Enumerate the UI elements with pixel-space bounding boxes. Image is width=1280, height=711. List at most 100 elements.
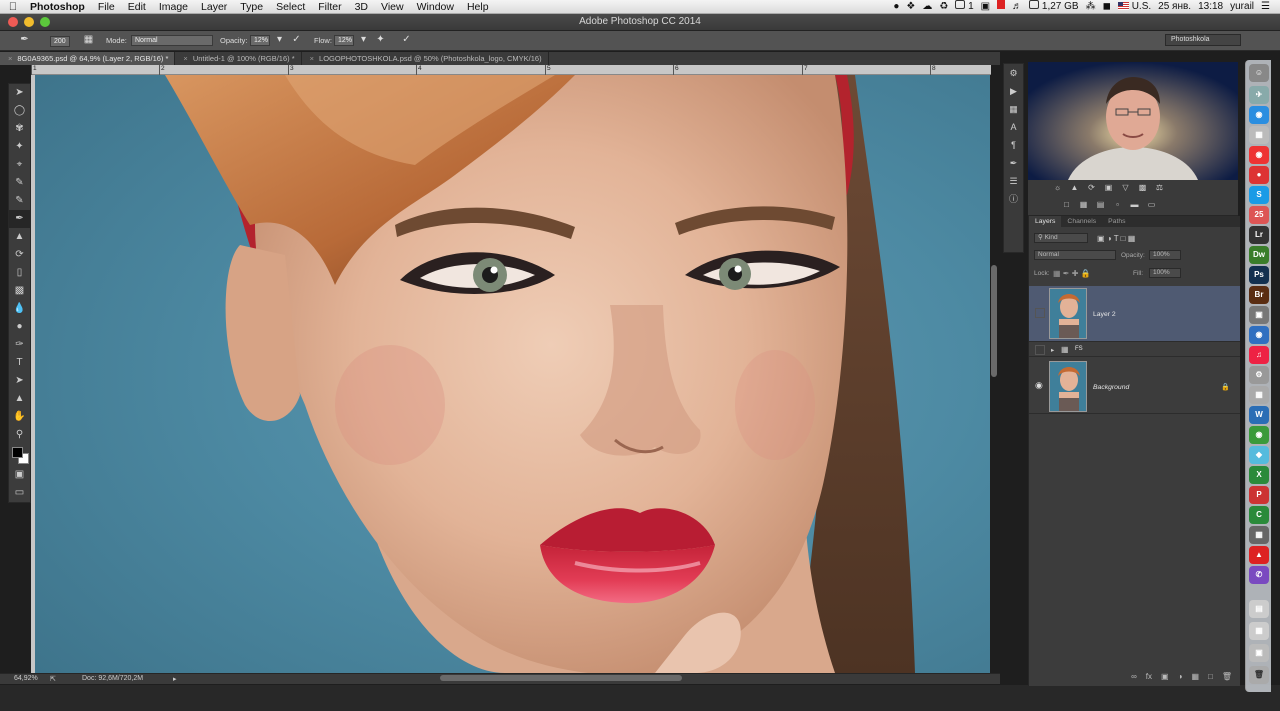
pressure-opacity-icon[interactable]: ✓ [290, 34, 303, 47]
pressure-size-icon[interactable]: ✓ [400, 34, 413, 47]
tab-document-1[interactable]: × 8G0A9365.psd @ 64,9% (Layer 2, RGB/16) … [0, 52, 176, 65]
visibility-toggle[interactable] [1035, 345, 1045, 355]
color-swatches[interactable] [9, 444, 30, 466]
menu-app[interactable]: Photoshop [26, 0, 91, 14]
properties-panel-icon[interactable]: ☰ [1004, 172, 1023, 190]
mode-select[interactable]: Normal [131, 35, 213, 46]
trash-dock-icon[interactable]: 🗑 [1249, 666, 1269, 684]
dodge-tool-icon[interactable]: ● [9, 318, 30, 336]
menu-3d[interactable]: 3D [348, 0, 374, 14]
display-icon[interactable]: ▣ [981, 0, 990, 14]
document-dock-icon[interactable]: ▤ [1249, 600, 1269, 618]
menu-type[interactable]: Type [234, 0, 270, 14]
input-source[interactable]: U.S. [1117, 0, 1151, 14]
layer-row-background[interactable]: ◉ Background 🔒 [1029, 358, 1240, 414]
opacity-field[interactable]: 12% [250, 35, 270, 46]
itunes-dock-icon[interactable]: ♫ [1249, 346, 1269, 364]
pen-tool-icon[interactable]: ✑ [9, 336, 30, 354]
export-icon[interactable]: ⇱ [50, 675, 56, 683]
vertical-scrollbar[interactable] [991, 265, 997, 377]
viber-dock-icon[interactable]: ✆ [1249, 566, 1269, 584]
move-tool-icon[interactable]: ➤ [9, 84, 30, 102]
gradient-tool-icon[interactable]: ▩ [9, 282, 30, 300]
airbrush-icon[interactable]: ✦ [374, 34, 387, 47]
notification-center-icon[interactable]: ☰ [1261, 0, 1270, 14]
quick-mask-icon[interactable]: ▣ [9, 466, 30, 484]
menu-view[interactable]: View [375, 0, 411, 14]
menu-image[interactable]: Image [152, 0, 194, 14]
zoom-level[interactable]: 64,92% [14, 675, 38, 682]
safari-dock-icon[interactable]: ◉ [1249, 106, 1269, 124]
brush-presets-icon[interactable]: ✒ [1004, 154, 1023, 172]
path-select-tool-icon[interactable]: ➤ [9, 372, 30, 390]
kind-filter-select[interactable]: ⚲ Kind [1034, 233, 1088, 243]
horizontal-scrollbar[interactable] [440, 675, 682, 681]
wifi-icon[interactable]: ◼ [1103, 0, 1111, 14]
photoshop-dock-icon[interactable]: Ps [1249, 266, 1269, 284]
launchpad-dock-icon[interactable]: ✈ [1249, 86, 1269, 104]
tab-paths[interactable]: Paths [1102, 216, 1131, 227]
quick-select-tool-icon[interactable]: ✦ [9, 138, 30, 156]
photo-filter-icon[interactable]: □ [1062, 200, 1071, 209]
cloud-icon[interactable]: ☁ [922, 0, 932, 14]
layer-opacity-field[interactable]: 100% [1149, 250, 1181, 260]
add-mask-icon[interactable]: ▣ [1161, 670, 1169, 684]
fill-field[interactable]: 100% [1149, 268, 1181, 278]
blend-mode-select[interactable]: Normal [1034, 250, 1116, 260]
document-canvas[interactable] [35, 75, 990, 673]
new-layer-icon[interactable]: □ [1208, 670, 1213, 684]
word-dock-icon[interactable]: W [1249, 406, 1269, 424]
marquee-tool-icon[interactable]: ◯ [9, 102, 30, 120]
menu-help[interactable]: Help [460, 0, 495, 14]
brush-size-field[interactable]: 200 [50, 36, 70, 47]
horizontal-ruler[interactable]: 1 2 3 4 5 6 7 8 [31, 65, 991, 75]
chrome-dock-icon[interactable]: ◉ [1249, 146, 1269, 164]
excel-dock-icon[interactable]: X [1249, 466, 1269, 484]
actions-panel-icon[interactable]: ▶ [1004, 82, 1023, 100]
history-brush-tool-icon[interactable]: ⟳ [9, 246, 30, 264]
acrobat-dock-icon[interactable]: ▲ [1249, 546, 1269, 564]
new-group-icon[interactable]: ▦ [1191, 670, 1199, 684]
vibrance-icon[interactable]: ▽ [1121, 183, 1130, 192]
status-indicator[interactable]: 1 [955, 0, 974, 14]
layer-name[interactable]: Background [1093, 384, 1129, 391]
app-dock-icon-2[interactable]: ▣ [1249, 306, 1269, 324]
adjustment-layer-icon[interactable]: ◑ [1178, 670, 1183, 684]
tab-document-3[interactable]: × LOGOPHOTOSHKOLA.psd @ 50% (Photoshkola_… [302, 52, 549, 65]
healing-brush-tool-icon[interactable]: ✎ [9, 192, 30, 210]
blur-tool-icon[interactable]: 💧 [9, 300, 30, 318]
crop-tool-icon[interactable]: ⌖ [9, 156, 30, 174]
menu-file[interactable]: File [91, 0, 121, 14]
record-icon[interactable] [997, 0, 1006, 14]
character-panel-icon[interactable]: A [1004, 118, 1023, 136]
menu-edit[interactable]: Edit [121, 0, 152, 14]
brush-tool-icon[interactable]: ✒ [9, 210, 30, 228]
eraser-tool-icon[interactable]: ▯ [9, 264, 30, 282]
opacity-dropdown-icon[interactable]: ▾ [273, 34, 286, 47]
app-dock-icon-7[interactable]: ◆ [1249, 446, 1269, 464]
color-balance-icon[interactable]: ⚖ [1155, 183, 1164, 192]
app-dock-icon-4[interactable]: ⚙ [1249, 366, 1269, 384]
menu-window[interactable]: Window [410, 0, 460, 14]
layer-row-group-fs[interactable]: ▸ ▦ FS [1029, 343, 1240, 357]
app-dock-icon-6[interactable]: ◉ [1249, 426, 1269, 444]
menu-filter[interactable]: Filter [312, 0, 348, 14]
brush-panel-icon[interactable]: ▦ [82, 34, 95, 47]
flow-dropdown-icon[interactable]: ▾ [357, 34, 370, 47]
info-panel-icon[interactable]: ▦ [1004, 100, 1023, 118]
apple-menu-icon[interactable]:  [0, 1, 26, 13]
layer-name[interactable]: Layer 2 [1093, 311, 1116, 318]
preview-dock-icon[interactable]: ▦ [1249, 126, 1269, 144]
type-tool-icon[interactable]: T [9, 354, 30, 372]
lock-icons[interactable]: ▦ ✒ ✚ 🔒 [1053, 269, 1091, 278]
eye-icon[interactable]: ◉ [1035, 380, 1045, 390]
lasso-tool-icon[interactable]: ✾ [9, 120, 30, 138]
levels-icon[interactable]: ▲ [1070, 183, 1079, 192]
filter-icons[interactable]: ▣ ◑ T □ ▦ [1097, 234, 1135, 243]
layer-style-icon[interactable]: fx [1146, 670, 1152, 684]
app-dock-icon-8[interactable]: C [1249, 506, 1269, 524]
workspace-switcher[interactable]: Photoshkola [1165, 34, 1241, 46]
posterize-icon[interactable]: ▫ [1113, 200, 1122, 209]
zoom-tool-icon[interactable]: ⚲ [9, 426, 30, 444]
threshold-icon[interactable]: ▬ [1130, 200, 1139, 209]
